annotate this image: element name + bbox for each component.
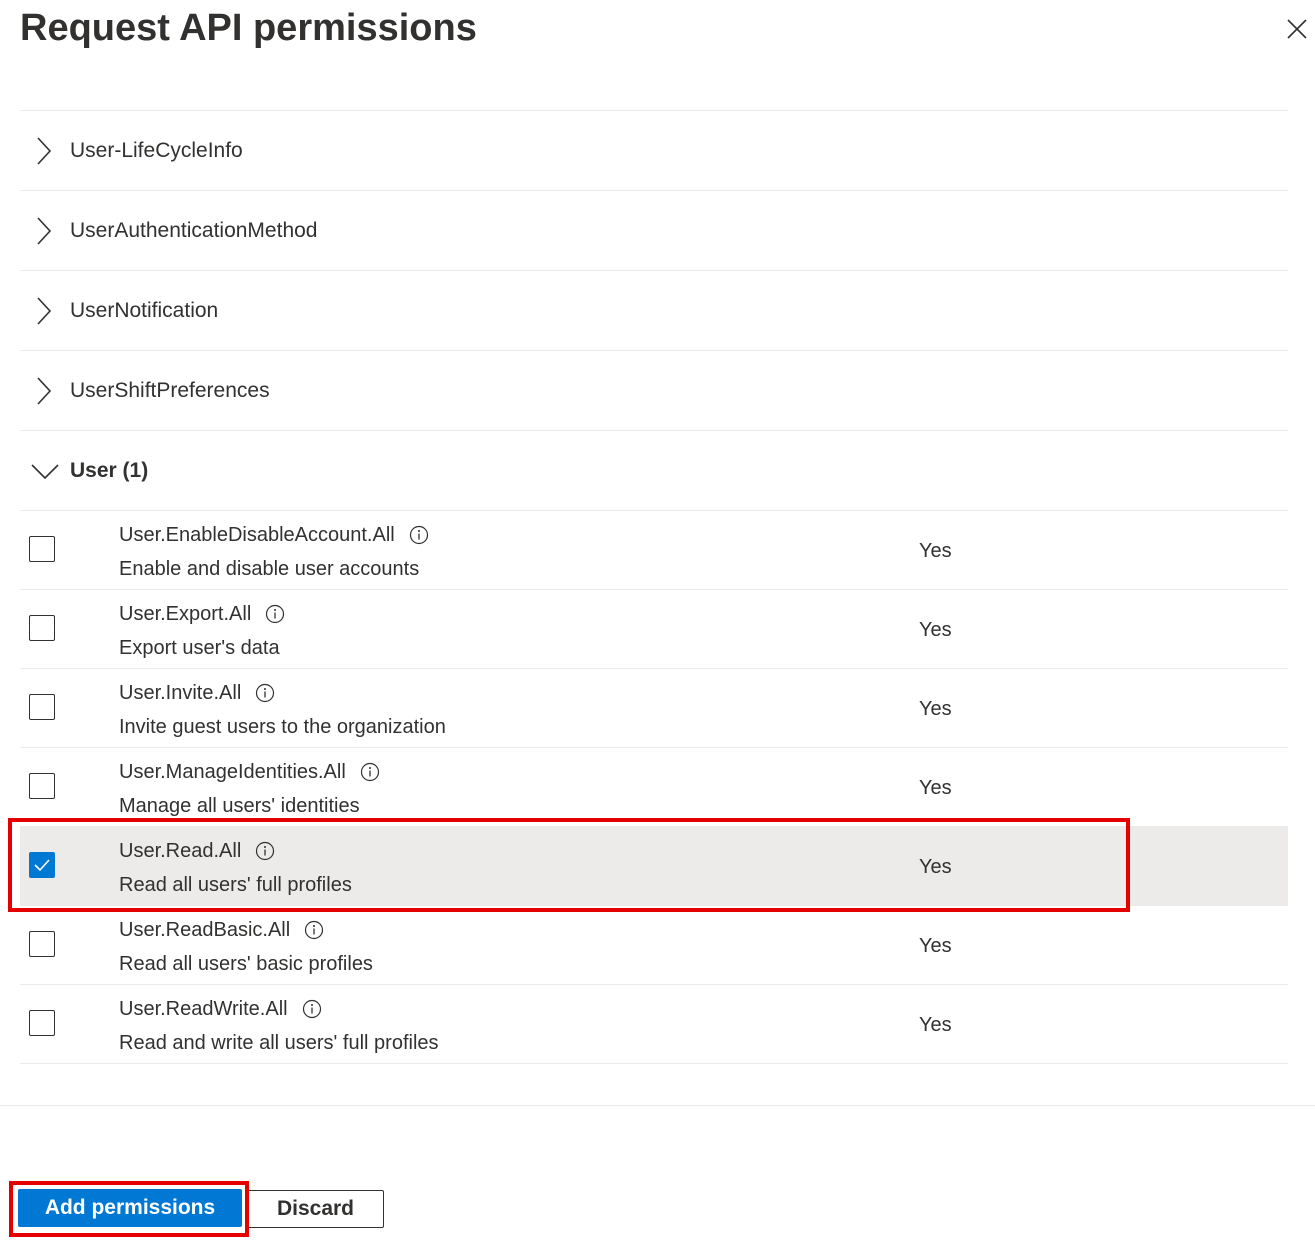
chevron-right-icon [32, 295, 56, 327]
footer-divider [0, 1105, 1315, 1106]
permission-description: Invite guest users to the organization [119, 716, 446, 738]
permission-name: User.Export.All [119, 603, 252, 625]
permission-name: User.ReadBasic.All [119, 919, 291, 941]
admin-consent-value: Yes [919, 856, 952, 878]
permission-checkbox[interactable] [29, 1010, 55, 1036]
permission-name: User.Invite.All [119, 682, 242, 704]
close-icon[interactable] [1284, 16, 1310, 42]
admin-consent-value: Yes [919, 1014, 952, 1036]
group-row-usernotification[interactable]: UserNotification [20, 271, 1288, 351]
permission-description: Manage all users' identities [119, 795, 360, 817]
permission-name: User.ManageIdentities.All [119, 761, 346, 783]
group-row-user-lifecycleinfo[interactable]: User-LifeCycleInfo [20, 111, 1288, 191]
info-icon[interactable] [360, 762, 380, 782]
admin-consent-value: Yes [919, 619, 952, 641]
chevron-right-icon [32, 215, 56, 247]
permission-list: User-LifeCycleInfo UserAuthenticationMet… [20, 110, 1288, 1064]
permission-description: Read and write all users' full profiles [119, 1032, 439, 1054]
info-icon[interactable] [255, 683, 275, 703]
permission-row: User.Export.All Export user's data Yes [20, 590, 1288, 669]
permission-description: Enable and disable user accounts [119, 558, 420, 580]
info-icon[interactable] [265, 604, 285, 624]
info-icon[interactable] [255, 841, 275, 861]
permission-row-selected: User.Read.All Read all users' full profi… [20, 827, 1288, 906]
info-icon[interactable] [409, 525, 429, 545]
permission-row: User.ReadBasic.All Read all users' basic… [20, 906, 1288, 985]
request-api-permissions-panel: Request API permissions User-LifeCycleIn… [0, 0, 1315, 1255]
permission-description: Read all users' full profiles [119, 874, 352, 896]
panel-title: Request API permissions [20, 7, 477, 49]
permission-row: User.Invite.All Invite guest users to th… [20, 669, 1288, 748]
admin-consent-value: Yes [919, 935, 952, 957]
group-row-user[interactable]: User (1) [20, 431, 1288, 511]
permission-description: Read all users' basic profiles [119, 953, 373, 975]
permission-name: User.ReadWrite.All [119, 998, 288, 1020]
permission-row: User.ManageIdentities.All Manage all use… [20, 748, 1288, 827]
permission-checkbox[interactable] [29, 931, 55, 957]
admin-consent-value: Yes [919, 777, 952, 799]
checkmark-icon [34, 859, 50, 872]
group-label: UserNotification [70, 298, 219, 322]
group-row-usershiftpreferences[interactable]: UserShiftPreferences [20, 351, 1288, 431]
add-permissions-button[interactable]: Add permissions [18, 1189, 242, 1227]
permission-checkbox[interactable] [29, 536, 55, 562]
group-label: User-LifeCycleInfo [70, 138, 243, 162]
chevron-right-icon [32, 375, 56, 407]
permission-name: User.Read.All [119, 840, 242, 862]
permission-checkbox[interactable] [29, 694, 55, 720]
chevron-right-icon [32, 135, 56, 167]
admin-consent-value: Yes [919, 698, 952, 720]
permission-checkbox-checked[interactable] [29, 852, 55, 878]
permission-checkbox[interactable] [29, 615, 55, 641]
permission-name: User.EnableDisableAccount.All [119, 524, 395, 546]
info-icon[interactable] [302, 999, 322, 1019]
permission-row: User.ReadWrite.All Read and write all us… [20, 985, 1288, 1064]
group-label: UserAuthenticationMethod [70, 218, 318, 242]
admin-consent-value: Yes [919, 540, 952, 562]
chevron-down-icon [30, 460, 60, 482]
permission-checkbox[interactable] [29, 773, 55, 799]
permission-description: Export user's data [119, 637, 280, 659]
group-label: User (1) [70, 458, 149, 482]
discard-button[interactable]: Discard [247, 1190, 384, 1228]
group-label: UserShiftPreferences [70, 378, 270, 402]
group-row-userauthenticationmethod[interactable]: UserAuthenticationMethod [20, 191, 1288, 271]
permission-row: User.EnableDisableAccount.All Enable and… [20, 511, 1288, 590]
info-icon[interactable] [304, 920, 324, 940]
